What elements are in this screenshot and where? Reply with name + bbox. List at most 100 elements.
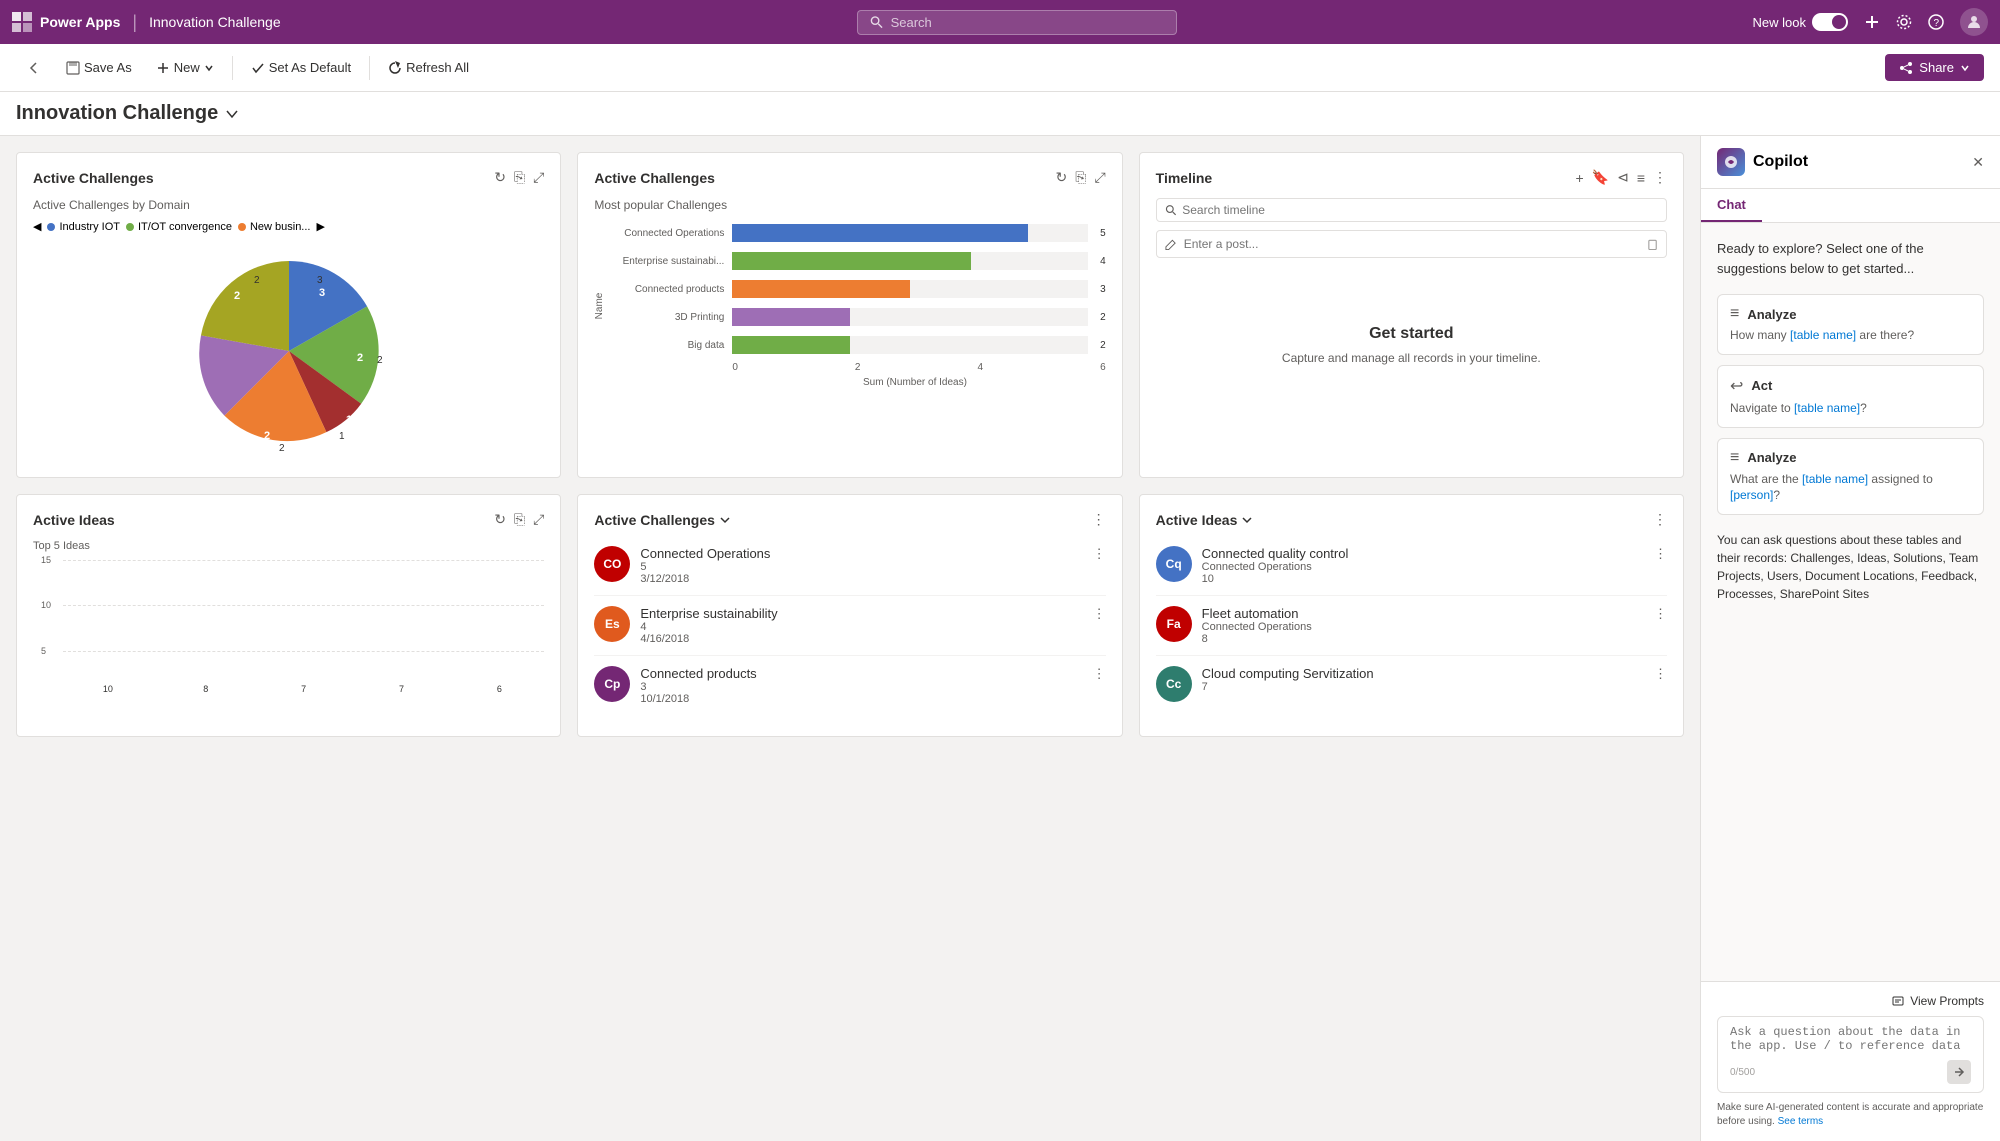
challenge-more-3[interactable]: ⋮ xyxy=(1093,666,1106,682)
settings-button[interactable] xyxy=(1896,14,1912,30)
toolbar: Save As New Set As Default Refresh All S… xyxy=(0,44,2000,92)
copilot-suggestion-2[interactable]: ↩ Act Navigate to [table name]? xyxy=(1717,365,1984,428)
bar-fill-5 xyxy=(732,336,849,354)
suggestion-desc-1: How many [table name] are there? xyxy=(1730,327,1971,344)
back-icon xyxy=(26,60,42,76)
copilot-chat-input[interactable] xyxy=(1730,1025,1971,1053)
copy-ideas-icon[interactable]: ⎘ xyxy=(514,511,525,528)
timeline-header-actions: + 🔖 ⊲ ≡ ⋮ xyxy=(1575,169,1667,186)
refresh-ideas-icon[interactable]: ↻ xyxy=(494,511,506,528)
card-header-bar: Active Challenges ↻ ⎘ ⤢ xyxy=(594,169,1105,186)
mini-bar-col-4: 7 xyxy=(357,684,447,696)
challenges-list-item-3[interactable]: Cp Connected products 3 10/1/2018 ⋮ xyxy=(594,656,1105,715)
idea-more-1[interactable]: ⋮ xyxy=(1654,546,1667,562)
suggestion-icon-3: ≡ xyxy=(1730,449,1739,467)
pie-card-actions: ↻ ⎘ ⤢ xyxy=(494,169,544,186)
copy-bar-icon[interactable]: ⎘ xyxy=(1075,169,1086,186)
expand-bar-icon[interactable]: ⤢ xyxy=(1094,169,1105,186)
get-started-desc: Capture and manage all records in your t… xyxy=(1282,351,1541,365)
copilot-logo-icon xyxy=(1723,154,1739,170)
filter-icon[interactable]: ⊲ xyxy=(1617,169,1629,186)
add-timeline-icon[interactable]: + xyxy=(1575,170,1583,186)
bar-outer-4 xyxy=(732,308,1088,326)
copilot-tabs: Chat xyxy=(1701,189,2000,223)
challenges-list-item-1[interactable]: CO Connected Operations 5 3/12/2018 ⋮ xyxy=(594,536,1105,596)
legend-item-1: Industry IOT xyxy=(47,221,120,233)
bookmark-icon[interactable]: 🔖 xyxy=(1592,169,1609,186)
svg-text:1: 1 xyxy=(199,377,205,389)
save-as-button[interactable]: Save As xyxy=(56,56,142,79)
refresh-all-button[interactable]: Refresh All xyxy=(378,56,479,79)
search-input[interactable] xyxy=(891,15,1164,30)
toggle-switch[interactable] xyxy=(1812,13,1848,31)
page-title[interactable]: Innovation Challenge xyxy=(16,102,1984,135)
ideas-list-more[interactable]: ⋮ xyxy=(1653,511,1667,528)
copilot-suggestion-3[interactable]: ≡ Analyze What are the [table name] assi… xyxy=(1717,438,1984,516)
challenges-list-more[interactable]: ⋮ xyxy=(1092,511,1106,528)
bar-outer-1 xyxy=(732,224,1088,242)
ideas-subtitle: Top 5 Ideas xyxy=(33,540,544,552)
ideas-list-item-2[interactable]: Fa Fleet automation Connected Operations… xyxy=(1156,596,1667,656)
timeline-search-input[interactable] xyxy=(1182,203,1658,217)
idea-more-3[interactable]: ⋮ xyxy=(1654,666,1667,682)
copilot-close-button[interactable]: ✕ xyxy=(1972,154,1984,171)
idea-more-2[interactable]: ⋮ xyxy=(1654,606,1667,622)
copilot-suggestion-1[interactable]: ≡ Analyze How many [table name] are ther… xyxy=(1717,294,1984,355)
chevron-down-ideas-icon xyxy=(1241,514,1253,526)
suggestion-link-3b[interactable]: [person] xyxy=(1730,488,1773,502)
share-button[interactable]: Share xyxy=(1885,54,1984,81)
add-button[interactable] xyxy=(1864,14,1880,30)
see-terms-link[interactable]: See terms xyxy=(1778,1116,1824,1127)
prompts-icon xyxy=(1892,995,1904,1007)
challenges-list-item-2[interactable]: Es Enterprise sustainability 4 4/16/2018… xyxy=(594,596,1105,656)
page-title-bar: Innovation Challenge xyxy=(0,92,2000,136)
refresh-bar-icon[interactable]: ↻ xyxy=(1056,169,1068,186)
bar-row-5: Big data 2 xyxy=(614,336,1105,354)
prev-arrow[interactable]: ◀ xyxy=(33,220,41,233)
ideas-card-title: Active Ideas xyxy=(33,512,115,528)
timeline-post-input[interactable] xyxy=(1184,237,1639,251)
suggestion-desc-2: Navigate to [table name]? xyxy=(1730,400,1971,417)
copilot-send-button[interactable] xyxy=(1947,1060,1971,1084)
idea-avatar-2: Fa xyxy=(1156,606,1192,642)
y-axis-label: Name xyxy=(594,293,605,320)
new-look-toggle[interactable]: New look xyxy=(1753,13,1848,31)
suggestion-link-2[interactable]: [table name] xyxy=(1794,401,1860,415)
new-button[interactable]: New xyxy=(146,56,224,79)
share-icon xyxy=(1899,61,1913,75)
user-avatar[interactable] xyxy=(1960,8,1988,36)
copilot-input-area[interactable]: 0/500 xyxy=(1717,1016,1984,1093)
copy-card-icon[interactable]: ⎘ xyxy=(514,169,525,186)
expand-card-icon[interactable]: ⤢ xyxy=(533,169,544,186)
challenge-more-1[interactable]: ⋮ xyxy=(1093,546,1106,562)
set-as-default-button[interactable]: Set As Default xyxy=(241,56,361,79)
more-icon[interactable]: ⋮ xyxy=(1653,169,1667,186)
timeline-post-box[interactable] xyxy=(1156,230,1667,258)
challenges-list-header: Active Challenges ⋮ xyxy=(594,511,1105,528)
svg-text:2: 2 xyxy=(264,430,270,442)
mini-bar-chart: 15 10 5 10 8 7 xyxy=(33,560,544,720)
suggestion-link-1[interactable]: [table name] xyxy=(1790,328,1856,342)
list-icon[interactable]: ≡ xyxy=(1637,170,1645,186)
ideas-list-item-1[interactable]: Cq Connected quality control Connected O… xyxy=(1156,536,1667,596)
svg-text:2: 2 xyxy=(377,355,383,366)
next-arrow[interactable]: ▶ xyxy=(316,220,324,233)
timeline-get-started: Get started Capture and manage all recor… xyxy=(1156,270,1667,420)
ideas-list-item-3[interactable]: Cc Cloud computing Servitization 7 ⋮ xyxy=(1156,656,1667,712)
copilot-icon xyxy=(1717,148,1745,176)
help-button[interactable]: ? xyxy=(1928,14,1944,30)
copilot-chat-tab[interactable]: Chat xyxy=(1701,189,1762,222)
suggestion-link-3a[interactable]: [table name] xyxy=(1802,472,1868,486)
help-icon: ? xyxy=(1928,14,1944,30)
expand-ideas-icon[interactable]: ⤢ xyxy=(533,511,544,528)
challenge-more-2[interactable]: ⋮ xyxy=(1093,606,1106,622)
bar-outer-3 xyxy=(732,280,1088,298)
view-prompts-btn[interactable]: View Prompts xyxy=(1717,994,1984,1008)
back-button[interactable] xyxy=(16,56,52,80)
idea-avatar-3: Cc xyxy=(1156,666,1192,702)
search-box[interactable] xyxy=(857,10,1177,35)
brand: Power Apps xyxy=(12,12,120,32)
refresh-card-icon[interactable]: ↻ xyxy=(494,169,506,186)
timeline-search-box[interactable] xyxy=(1156,198,1667,222)
content-area: Active Challenges ↻ ⎘ ⤢ Active Challenge… xyxy=(0,136,1700,1141)
